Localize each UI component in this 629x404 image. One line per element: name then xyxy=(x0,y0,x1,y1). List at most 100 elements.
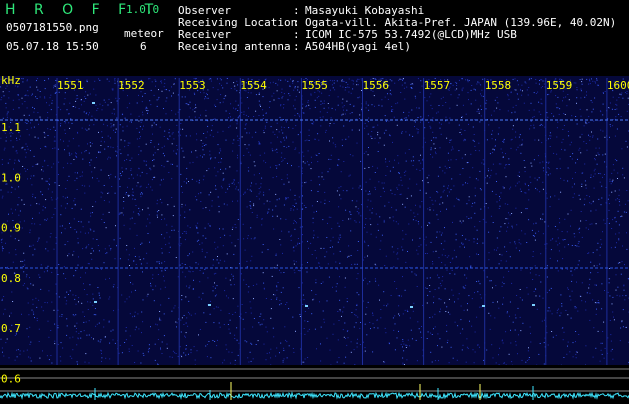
noise-speckle xyxy=(422,160,423,161)
noise-speckle xyxy=(231,284,232,285)
noise-speckle xyxy=(380,309,381,310)
noise-speckle xyxy=(449,273,450,274)
noise-speckle xyxy=(197,350,198,351)
noise-speckle xyxy=(148,351,149,352)
noise-speckle xyxy=(296,222,297,223)
noise-speckle xyxy=(322,219,323,220)
noise-speckle xyxy=(339,195,340,196)
noise-speckle xyxy=(121,175,122,176)
noise-speckle xyxy=(89,335,90,336)
noise-speckle xyxy=(248,116,249,117)
noise-speckle xyxy=(478,180,479,181)
noise-speckle xyxy=(171,86,172,87)
noise-speckle xyxy=(276,168,277,169)
noise-speckle xyxy=(479,221,480,222)
noise-speckle xyxy=(432,362,433,363)
noise-speckle xyxy=(126,192,127,193)
noise-speckle xyxy=(413,303,414,304)
noise-speckle xyxy=(572,159,573,160)
noise-speckle xyxy=(84,289,85,290)
noise-speckle xyxy=(50,236,51,237)
noise-speckle xyxy=(45,302,46,303)
noise-speckle xyxy=(4,148,5,149)
noise-speckle xyxy=(93,124,94,125)
noise-speckle xyxy=(628,200,629,201)
noise-speckle xyxy=(307,262,308,263)
noise-speckle xyxy=(558,309,559,310)
noise-speckle xyxy=(305,311,306,312)
noise-speckle xyxy=(503,157,504,158)
noise-speckle xyxy=(614,170,615,171)
noise-speckle xyxy=(9,159,10,160)
noise-speckle xyxy=(451,290,452,291)
noise-speckle xyxy=(110,157,111,158)
noise-speckle xyxy=(35,298,36,299)
noise-speckle xyxy=(598,331,599,332)
noise-speckle xyxy=(378,142,379,143)
noise-speckle xyxy=(542,161,543,162)
noise-speckle xyxy=(482,243,483,244)
noise-speckle xyxy=(91,116,92,117)
noise-speckle xyxy=(596,210,597,211)
noise-speckle xyxy=(503,343,504,344)
meteor-echo xyxy=(410,306,413,308)
noise-speckle xyxy=(154,122,155,123)
noise-speckle xyxy=(335,262,336,263)
noise-speckle xyxy=(593,135,594,136)
noise-speckle xyxy=(252,137,253,138)
noise-speckle xyxy=(502,304,503,305)
noise-speckle xyxy=(612,312,613,313)
noise-speckle xyxy=(525,184,526,185)
noise-speckle xyxy=(140,136,141,137)
noise-speckle xyxy=(623,285,624,286)
noise-speckle xyxy=(140,244,141,245)
noise-speckle xyxy=(311,95,312,96)
noise-speckle xyxy=(416,220,417,221)
noise-speckle xyxy=(219,211,220,212)
noise-speckle xyxy=(297,113,298,114)
noise-speckle xyxy=(208,223,209,224)
noise-speckle xyxy=(384,265,385,266)
noise-speckle xyxy=(181,295,182,296)
noise-speckle xyxy=(112,89,113,90)
noise-speckle xyxy=(564,180,565,181)
noise-speckle xyxy=(31,361,32,362)
noise-speckle xyxy=(603,104,604,105)
noise-speckle xyxy=(181,356,182,357)
noise-speckle xyxy=(356,309,357,310)
noise-speckle xyxy=(304,320,305,321)
noise-speckle xyxy=(102,109,103,110)
noise-speckle xyxy=(454,206,455,207)
noise-speckle xyxy=(345,139,346,140)
noise-speckle xyxy=(490,153,491,154)
noise-speckle xyxy=(202,146,203,147)
noise-speckle xyxy=(446,306,447,307)
noise-speckle xyxy=(167,344,168,345)
noise-speckle xyxy=(528,199,529,200)
noise-speckle xyxy=(253,358,254,359)
noise-speckle xyxy=(568,168,569,169)
noise-speckle xyxy=(258,322,259,323)
noise-speckle xyxy=(384,191,385,192)
noise-speckle xyxy=(51,109,52,110)
noise-speckle xyxy=(267,331,268,332)
noise-speckle xyxy=(239,145,240,146)
noise-speckle xyxy=(163,276,164,277)
noise-speckle xyxy=(521,144,522,145)
noise-speckle xyxy=(519,239,520,240)
noise-speckle xyxy=(209,151,210,152)
noise-speckle xyxy=(456,83,457,84)
noise-speckle xyxy=(137,235,138,236)
noise-speckle xyxy=(182,96,183,97)
noise-speckle xyxy=(72,255,73,256)
noise-speckle xyxy=(136,327,137,328)
noise-speckle xyxy=(451,139,452,140)
noise-speckle xyxy=(462,329,463,330)
noise-speckle xyxy=(141,263,142,264)
noise-speckle xyxy=(165,287,166,288)
noise-speckle xyxy=(307,161,308,162)
noise-speckle xyxy=(442,170,443,171)
noise-speckle xyxy=(257,217,258,218)
noise-speckle xyxy=(581,184,582,185)
noise-speckle xyxy=(529,79,530,80)
